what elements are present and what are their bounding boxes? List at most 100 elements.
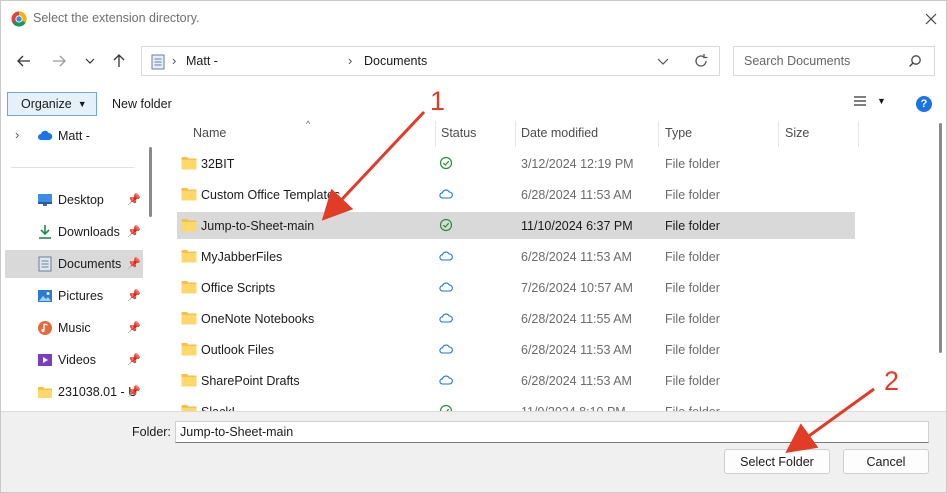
scrollbar-thumb[interactable] xyxy=(939,123,942,353)
search-icon xyxy=(909,55,921,67)
column-header-status[interactable]: Status xyxy=(441,126,476,140)
column-divider[interactable] xyxy=(858,121,859,147)
pin-icon[interactable]: 📌 xyxy=(127,225,141,238)
nav-item-pictures[interactable]: Pictures 📌 xyxy=(5,282,143,310)
arrow-up-icon xyxy=(113,54,125,67)
chevron-down-icon[interactable] xyxy=(656,53,670,69)
nav-item-downloads[interactable]: Downloads 📌 xyxy=(5,218,143,246)
folder-icon xyxy=(181,250,197,263)
chevron-down-icon xyxy=(85,58,95,64)
up-button[interactable] xyxy=(106,48,132,74)
nav-item-matt[interactable]: › Matt - xyxy=(5,122,143,150)
view-options-button[interactable]: ▼ xyxy=(853,95,886,107)
file-name: Office Scripts xyxy=(201,281,276,295)
nav-item-music[interactable]: Music 📌 xyxy=(5,314,143,342)
column-divider[interactable] xyxy=(658,121,659,147)
table-row[interactable]: Outlook Files 6/28/2024 11:53 AM File fold… xyxy=(177,336,855,363)
table-row[interactable]: 32BIT 3/12/2024 12:19 PM File folder xyxy=(177,150,855,177)
pin-icon[interactable]: 📌 xyxy=(127,321,141,334)
back-button[interactable] xyxy=(11,48,37,74)
folder-icon xyxy=(181,157,197,170)
nav-scrollbar[interactable] xyxy=(147,119,155,411)
file-name: Outlook Files xyxy=(201,343,274,357)
folder-icon xyxy=(181,281,197,294)
synced-check-icon xyxy=(439,156,453,170)
table-row[interactable]: Jump-to-Sheet-main 11/10/2024 6:37 PM File… xyxy=(177,212,855,239)
nav-item-label: Videos xyxy=(58,353,96,367)
select-folder-button[interactable]: Select Folder xyxy=(724,449,830,474)
nav-item-folder-231038[interactable]: 231038.01 - U 📌 xyxy=(5,378,143,406)
column-divider[interactable] xyxy=(778,121,779,147)
pin-icon[interactable]: 📌 xyxy=(127,193,141,206)
table-row[interactable]: SlackL11/9/2024 8:10 PMFile folder xyxy=(177,398,855,411)
nav-item-label: Documents xyxy=(58,257,122,271)
file-date-modified: 6/28/2024 11:53 AM xyxy=(521,188,632,202)
nav-item-label: Downloads xyxy=(58,225,120,239)
cancel-button[interactable]: Cancel xyxy=(843,449,929,474)
forward-button[interactable] xyxy=(46,48,72,74)
cloud-icon xyxy=(439,375,453,385)
cloud-icon xyxy=(439,251,453,261)
file-date-modified: 6/28/2024 11:53 AM xyxy=(521,343,632,357)
chrome-icon xyxy=(11,11,27,27)
file-name: SharePoint Drafts xyxy=(201,374,300,388)
cloud-icon xyxy=(439,313,453,323)
folder-name-input[interactable] xyxy=(175,421,929,443)
file-name: 32BIT xyxy=(201,157,235,171)
file-date-modified: 6/28/2024 11:53 AM xyxy=(521,250,632,264)
file-date-modified: 7/26/2024 10:57 AM xyxy=(521,281,633,295)
folder-icon xyxy=(181,312,197,325)
table-row[interactable]: MyJabberFiles 6/28/2024 11:53 AM File fold… xyxy=(177,243,855,270)
breadcrumb-separator: › xyxy=(348,53,353,68)
close-button[interactable] xyxy=(919,8,943,30)
breadcrumb-documents[interactable]: Documents xyxy=(364,54,427,68)
folder-icon xyxy=(38,387,52,398)
column-header-type[interactable]: Type xyxy=(665,126,692,140)
folder-picker-dialog: Select the extension directory. › Matt -… xyxy=(0,0,947,493)
pin-icon[interactable]: 📌 xyxy=(127,289,141,302)
nav-item-label: Desktop xyxy=(58,193,104,207)
annotation-number-2: 2 xyxy=(884,366,900,396)
table-row[interactable]: Custom Office Templates 6/28/2024 11:53 A… xyxy=(177,181,855,208)
file-date-modified: 6/28/2024 11:53 AM xyxy=(521,374,632,388)
refresh-icon[interactable] xyxy=(693,53,709,69)
pin-icon[interactable]: 📌 xyxy=(127,385,141,398)
organize-button[interactable]: Organize ▼ xyxy=(7,92,97,116)
recent-locations-button[interactable] xyxy=(77,48,103,74)
column-header-name[interactable]: Name xyxy=(193,126,226,140)
address-bar[interactable]: › Matt - › Documents xyxy=(141,46,720,76)
file-name: Custom Office Templates xyxy=(201,188,341,202)
organize-label: Organize xyxy=(21,97,72,111)
expand-chevron-icon[interactable]: › xyxy=(15,127,19,142)
pin-icon[interactable]: 📌 xyxy=(127,353,141,366)
arrow-left-icon xyxy=(17,55,30,67)
arrow-right-icon xyxy=(53,55,66,67)
videos-icon xyxy=(38,354,52,366)
search-box[interactable] xyxy=(733,46,935,76)
new-folder-button[interactable]: New folder xyxy=(112,97,172,111)
scrollbar-thumb[interactable] xyxy=(149,147,152,217)
documents-icon xyxy=(38,256,52,272)
table-row[interactable]: Office Scripts 7/26/2024 10:57 AM File fol… xyxy=(177,274,855,301)
nav-item-documents[interactable]: Documents 📌 xyxy=(5,250,143,278)
pin-icon[interactable]: 📌 xyxy=(127,257,141,270)
column-header-size[interactable]: Size xyxy=(785,126,809,140)
download-icon xyxy=(39,225,51,239)
file-date-modified: 6/28/2024 11:55 AM xyxy=(521,312,632,326)
table-row[interactable]: OneNote Notebooks 6/28/2024 11:55 AM File … xyxy=(177,305,855,332)
synced-check-icon xyxy=(439,404,453,411)
folder-icon xyxy=(181,374,197,387)
music-icon xyxy=(38,321,52,335)
help-icon: ? xyxy=(920,98,928,110)
file-list-scrollbar[interactable] xyxy=(936,119,946,411)
column-divider[interactable] xyxy=(515,121,516,147)
column-header-date-modified[interactable]: Date modified xyxy=(521,126,598,140)
footer: Folder: Select Folder Cancel xyxy=(1,411,946,492)
nav-item-desktop[interactable]: Desktop 📌 xyxy=(5,186,143,214)
table-row[interactable]: SharePoint Drafts 6/28/2024 11:53 AM File … xyxy=(177,367,855,394)
search-input[interactable] xyxy=(742,53,902,69)
nav-item-videos[interactable]: Videos 📌 xyxy=(5,346,143,374)
column-divider[interactable] xyxy=(435,121,436,147)
breadcrumb-matt[interactable]: Matt - xyxy=(186,54,218,68)
help-button[interactable]: ? xyxy=(916,96,932,112)
